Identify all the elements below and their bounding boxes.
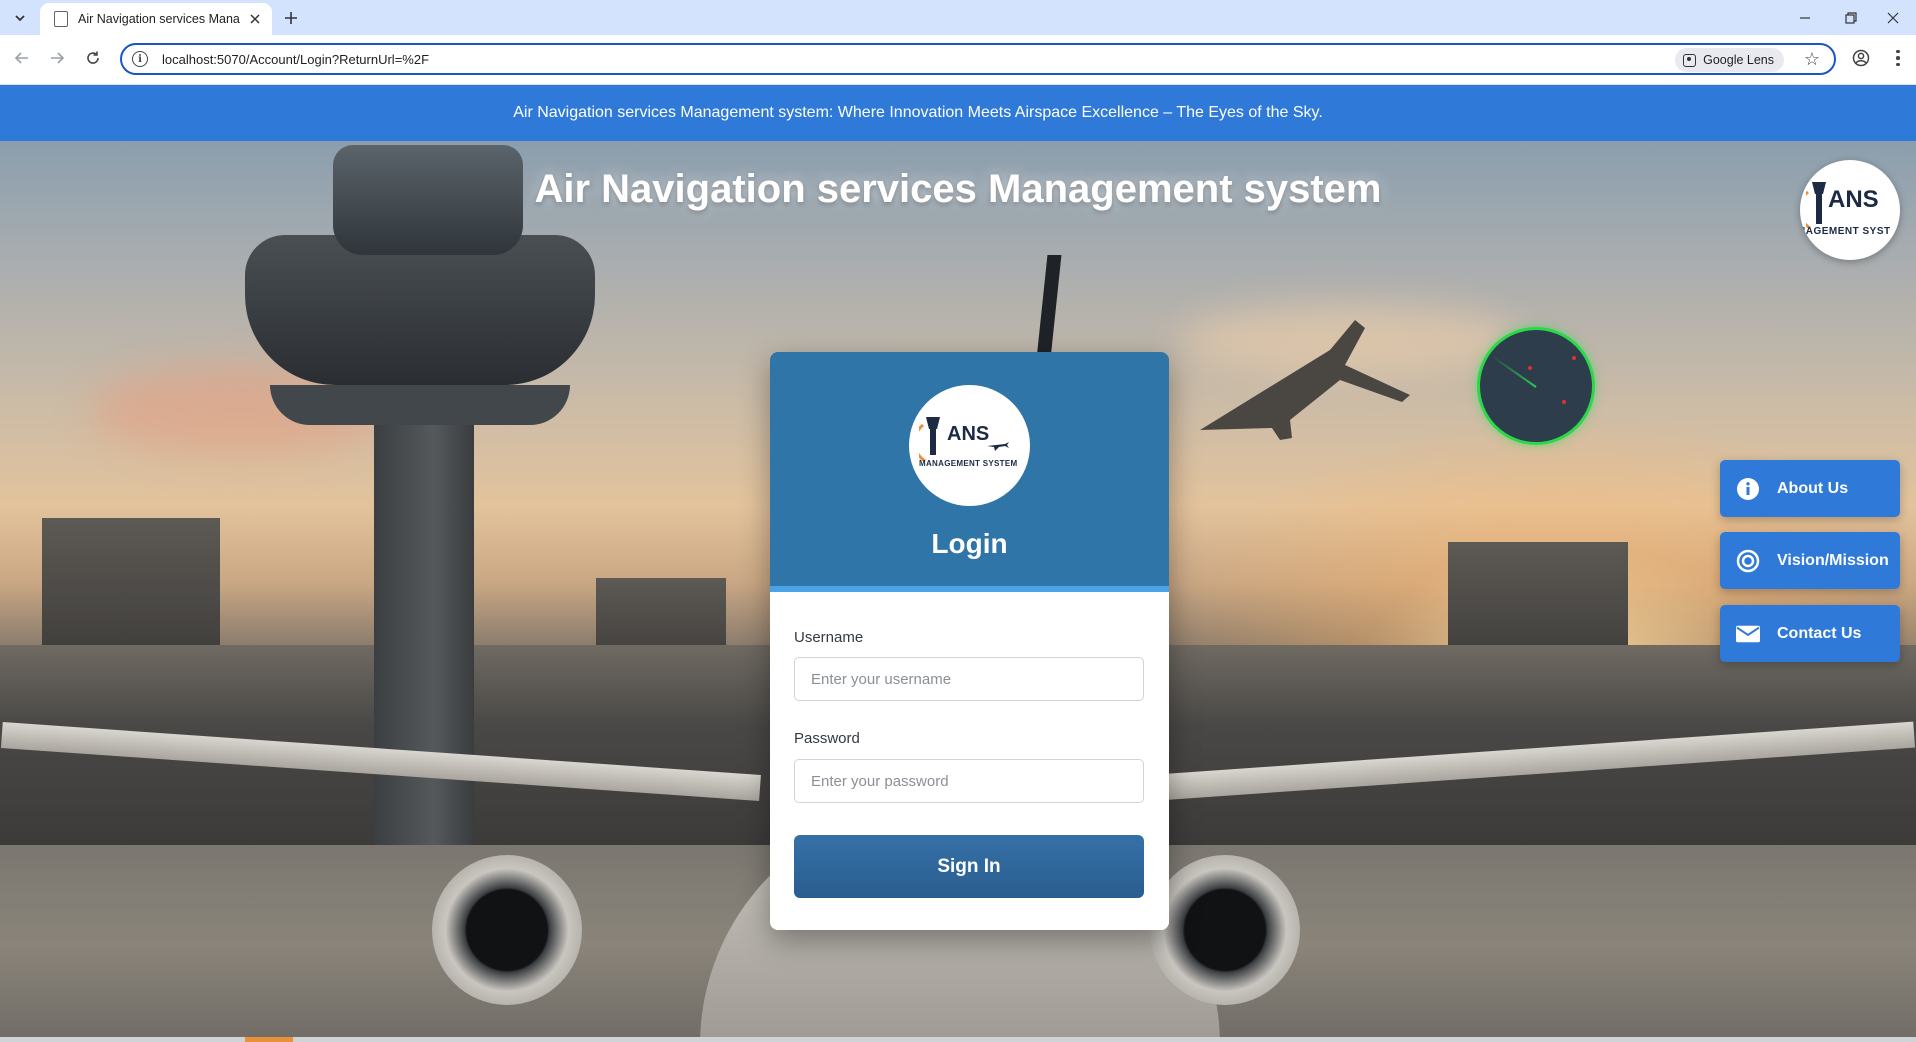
radar-blip bbox=[1562, 400, 1566, 404]
browser-tab-strip: Air Navigation services Manage bbox=[0, 0, 1916, 35]
restore-button[interactable] bbox=[1828, 0, 1874, 35]
banner-text: Air Navigation services Management syste… bbox=[513, 104, 1323, 121]
login-form: Username Password Sign In bbox=[770, 592, 1169, 930]
login-card: ANS MANAGEMENT SYSTEM Login Username Pas… bbox=[770, 352, 1169, 930]
page-favicon-icon bbox=[54, 11, 68, 27]
login-title: Login bbox=[931, 528, 1008, 559]
page-bottom-strip bbox=[0, 1037, 1916, 1042]
announcement-banner: Air Navigation services Management syste… bbox=[0, 85, 1916, 141]
login-card-header: ANS MANAGEMENT SYSTEM Login bbox=[770, 352, 1169, 592]
close-icon bbox=[1887, 12, 1899, 23]
google-lens-label: Google Lens bbox=[1703, 53, 1774, 67]
target-icon bbox=[1736, 549, 1760, 573]
bookmark-star-icon[interactable]: ☆ bbox=[1804, 49, 1820, 70]
tab-search-button[interactable] bbox=[8, 6, 32, 30]
plus-icon bbox=[285, 12, 297, 24]
radar-widget bbox=[1477, 327, 1595, 445]
page-title: Air Navigation services Management syste… bbox=[534, 167, 1382, 211]
url-text: localhost:5070/Account/Login?ReturnUrl=%… bbox=[162, 51, 430, 67]
contact-us-button[interactable]: Contact Us bbox=[1720, 605, 1900, 662]
restore-icon bbox=[1845, 11, 1857, 24]
radar-blip bbox=[1528, 366, 1532, 370]
vision-mission-label: Vision/Mission bbox=[1777, 551, 1889, 569]
radar-sweep-line bbox=[1491, 355, 1537, 388]
login-page: Air Navigation services Management syste… bbox=[0, 85, 1916, 1042]
airplane-silhouette bbox=[1200, 320, 1410, 440]
browser-tab-active[interactable]: Air Navigation services Manage bbox=[40, 3, 272, 35]
address-bar[interactable]: i localhost:5070/Account/Login?ReturnUrl… bbox=[120, 43, 1836, 75]
lens-icon bbox=[1683, 53, 1697, 67]
radar-blip bbox=[1572, 356, 1576, 360]
password-input[interactable] bbox=[794, 759, 1144, 803]
password-label: Password bbox=[794, 730, 860, 747]
minimize-icon bbox=[1800, 16, 1810, 19]
google-lens-button[interactable]: Google Lens bbox=[1675, 48, 1784, 72]
envelope-icon bbox=[1736, 622, 1760, 646]
close-icon bbox=[250, 14, 260, 24]
about-us-button[interactable]: About Us bbox=[1720, 460, 1900, 517]
minimize-button[interactable] bbox=[1782, 0, 1828, 35]
profile-button[interactable] bbox=[1850, 47, 1872, 69]
account-icon bbox=[1852, 49, 1870, 67]
ans-logo: ANS MANAGEMENT SYSTEM bbox=[909, 385, 1030, 506]
username-label: Username bbox=[794, 629, 864, 646]
new-tab-button[interactable] bbox=[279, 6, 303, 30]
info-icon bbox=[1736, 477, 1760, 501]
logo-wordmark: ANS bbox=[947, 423, 990, 445]
about-us-label: About Us bbox=[1777, 479, 1849, 497]
reload-button[interactable] bbox=[80, 45, 106, 71]
contact-us-label: Contact Us bbox=[1777, 624, 1862, 642]
ans-logo-corner: ANS NAGEMENT SYST bbox=[1800, 160, 1900, 260]
arrow-left-icon bbox=[14, 52, 28, 64]
arrow-right-icon bbox=[51, 52, 65, 64]
forward-button[interactable] bbox=[44, 45, 70, 71]
username-input[interactable] bbox=[794, 657, 1144, 701]
logo-tagline: MANAGEMENT SYSTEM bbox=[919, 459, 1018, 468]
vision-mission-button[interactable]: Vision/Mission bbox=[1720, 532, 1900, 589]
airplane-logo-icon bbox=[987, 442, 1009, 451]
browser-menu-button[interactable] bbox=[1888, 47, 1908, 69]
site-info-icon[interactable]: i bbox=[132, 51, 148, 67]
sign-in-button[interactable]: Sign In bbox=[794, 835, 1144, 898]
tab-close-button[interactable] bbox=[246, 10, 264, 28]
reload-icon bbox=[87, 51, 99, 64]
control-tower-logo-icon bbox=[919, 417, 940, 463]
chevron-down-icon bbox=[15, 15, 25, 22]
corner-logo-tagline: NAGEMENT SYST bbox=[1800, 226, 1891, 237]
corner-logo-wordmark: ANS bbox=[1828, 186, 1879, 213]
back-button[interactable] bbox=[9, 45, 35, 71]
browser-toolbar: i localhost:5070/Account/Login?ReturnUrl… bbox=[0, 35, 1916, 85]
tab-title: Air Navigation services Manage bbox=[78, 12, 240, 26]
close-window-button[interactable] bbox=[1870, 0, 1916, 35]
